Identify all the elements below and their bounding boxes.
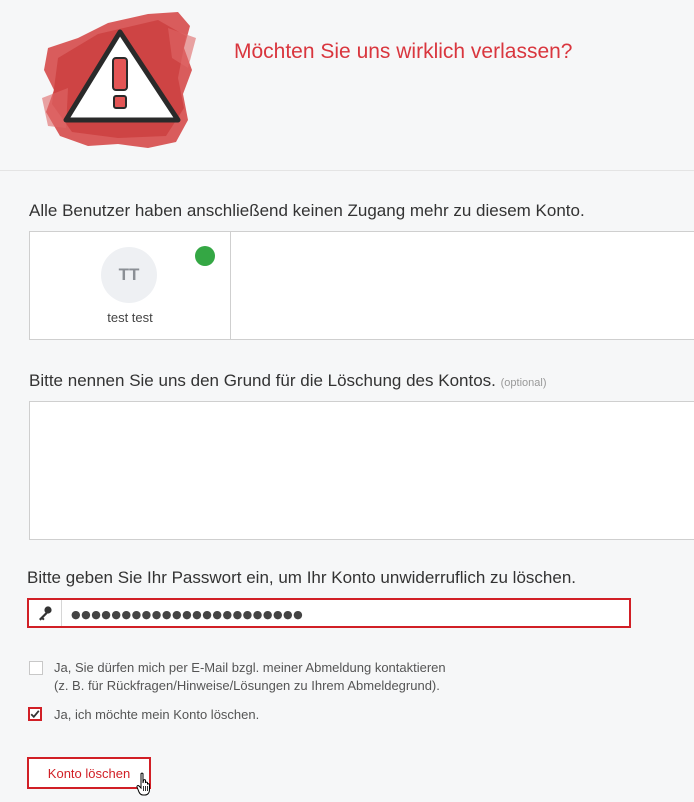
reason-textarea[interactable] — [29, 401, 694, 540]
password-input[interactable] — [69, 601, 613, 627]
warning-icon — [42, 12, 196, 148]
optional-hint: (optional) — [500, 377, 547, 389]
online-status-icon — [195, 246, 215, 266]
users-list: TT test test — [29, 231, 694, 340]
page-header: Möchten Sie uns wirklich verlassen? — [0, 0, 694, 171]
contact-consent-line2: (z. B. für Rückfragen/Hinweise/Lösungen … — [54, 678, 440, 693]
password-section-label: Bitte geben Sie Ihr Passwort ein, um Ihr… — [27, 568, 577, 587]
contact-consent-line1: Ja, Sie dürfen mich per E-Mail bzgl. mei… — [54, 660, 446, 675]
confirm-delete-checkbox[interactable] — [28, 707, 42, 721]
avatar: TT — [101, 247, 157, 303]
checkmark-icon — [30, 710, 40, 719]
contact-consent-checkbox[interactable] — [29, 661, 43, 675]
password-field-wrapper[interactable] — [27, 598, 631, 628]
page-title: Möchten Sie uns wirklich verlassen? — [234, 40, 573, 63]
delete-account-button[interactable]: Konto löschen — [27, 757, 151, 789]
user-card: TT test test — [30, 232, 231, 339]
reason-label-text: Bitte nennen Sie uns den Grund für die L… — [29, 371, 496, 390]
hand-cursor-icon — [136, 772, 150, 796]
contact-consent-label[interactable]: Ja, Sie dürfen mich per E-Mail bzgl. mei… — [54, 659, 446, 695]
users-section-label: Alle Benutzer haben anschließend keinen … — [29, 201, 585, 220]
confirm-delete-label[interactable]: Ja, ich möchte mein Konto löschen. — [54, 706, 259, 724]
reason-section-label: Bitte nennen Sie uns den Grund für die L… — [29, 371, 546, 391]
user-name: test test — [107, 310, 153, 325]
key-icon — [29, 600, 62, 626]
